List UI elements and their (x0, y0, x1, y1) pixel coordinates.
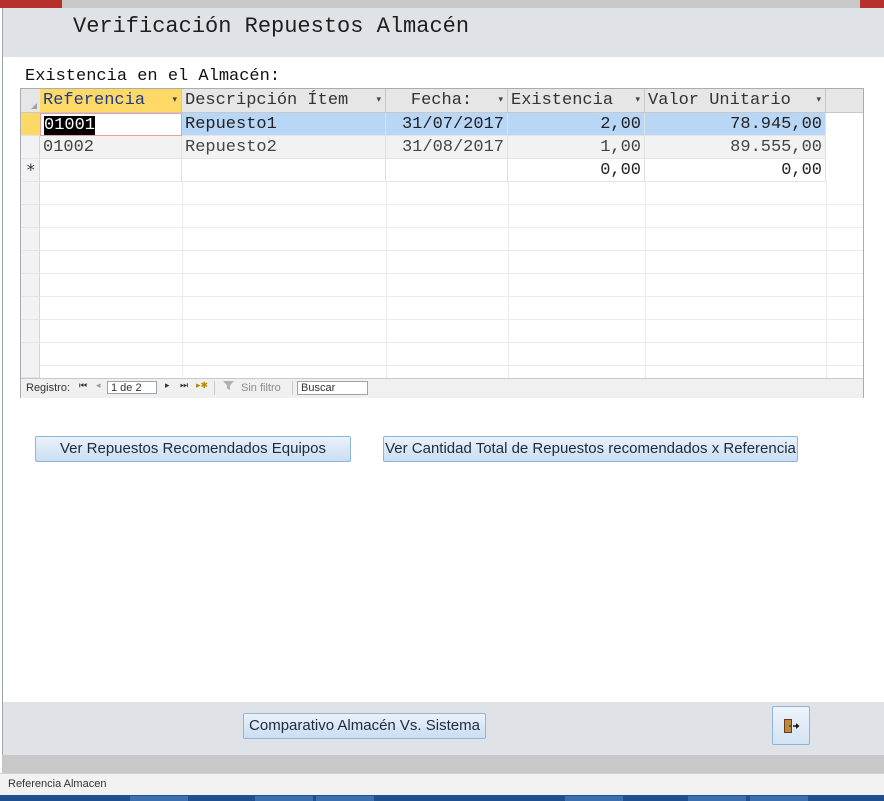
column-header-label: Fecha: (410, 91, 473, 110)
ver-cantidad-total-button[interactable]: Ver Cantidad Total de Repuestos recomend… (383, 436, 798, 462)
sort-dropdown-icon[interactable]: ▾ (635, 89, 640, 112)
cell-valor-unitario[interactable]: 78.945,00 (645, 113, 826, 136)
column-gridline (182, 181, 183, 378)
cell-existencia[interactable]: 2,00 (508, 113, 645, 136)
nav-separator (214, 381, 215, 395)
table-row[interactable]: 01002 Repuesto2 31/08/2017 1,00 89.555,0… (21, 136, 826, 159)
form-header: Verificación Repuestos Almacén (2, 8, 884, 57)
empty-row (21, 251, 863, 274)
column-header-label: Referencia (43, 91, 146, 110)
column-header-label: Valor Unitario (648, 91, 791, 110)
column-gridline (645, 181, 646, 378)
empty-row (21, 205, 863, 228)
form-title: Verificación Repuestos Almacén (73, 14, 470, 39)
exit-door-icon (783, 718, 801, 739)
comparativo-button[interactable]: Comparativo Almacén Vs. Sistema (243, 713, 486, 739)
cell-fecha[interactable] (386, 159, 508, 182)
select-all-corner[interactable] (21, 89, 41, 112)
cell-referencia[interactable] (40, 159, 182, 182)
empty-row (21, 343, 863, 378)
footer-band (2, 755, 884, 773)
sort-dropdown-icon[interactable]: ▾ (172, 89, 177, 112)
column-header-label: Existencia (511, 91, 614, 110)
last-record-icon[interactable]: ⏭ (180, 381, 188, 391)
column-header-label: Descripción Ítem (185, 91, 349, 110)
cell-valor-unitario[interactable]: 0,00 (645, 159, 826, 182)
ver-repuestos-recomendados-button[interactable]: Ver Repuestos Recomendados Equipos (35, 436, 351, 462)
window-accent (0, 0, 62, 8)
sort-dropdown-icon[interactable]: ▾ (816, 89, 821, 112)
record-navigation-bar: Registro: ⏮ ◂ 1 de 2 ▸ ⏭ ▸✱ Sin filtro B… (21, 378, 863, 398)
cell-fecha[interactable]: 31/08/2017 (386, 136, 508, 159)
empty-row (21, 274, 863, 297)
column-gridline (826, 181, 827, 378)
inventory-datasheet: Referencia ▾ Descripción Ítem ▾ Fecha: ▾… (20, 88, 864, 398)
cell-descripcion[interactable]: Repuesto2 (182, 136, 386, 159)
window-top-strip (0, 0, 884, 8)
sort-dropdown-icon[interactable]: ▾ (498, 89, 503, 112)
column-gridline (508, 181, 509, 378)
cell-referencia[interactable]: 01002 (40, 136, 182, 159)
empty-selector (21, 297, 40, 320)
cell-valor-unitario[interactable]: 89.555,00 (645, 136, 826, 159)
column-header-fecha[interactable]: Fecha: ▾ (386, 89, 508, 112)
empty-selector (21, 182, 40, 205)
cell-descripcion[interactable] (182, 159, 386, 182)
cell-existencia[interactable]: 0,00 (508, 159, 645, 182)
empty-row (21, 228, 863, 251)
current-record-input[interactable]: 1 de 2 (107, 381, 157, 394)
empty-selector (21, 228, 40, 251)
filter-status[interactable]: Sin filtro (241, 382, 281, 394)
cell-fecha[interactable]: 31/07/2017 (386, 113, 508, 136)
previous-record-icon[interactable]: ◂ (96, 381, 101, 391)
taskbar-item[interactable] (688, 796, 746, 801)
nav-separator (292, 381, 293, 395)
record-label: Registro: (26, 382, 71, 394)
new-record-row[interactable]: 0,00 0,00 (21, 159, 826, 182)
datasheet-header: Referencia ▾ Descripción Ítem ▾ Fecha: ▾… (21, 89, 863, 113)
taskbar-item[interactable] (255, 796, 313, 801)
empty-row (21, 320, 863, 343)
next-record-icon[interactable]: ▸ (165, 381, 170, 391)
empty-selector (21, 251, 40, 274)
column-header-valor-unitario[interactable]: Valor Unitario ▾ (645, 89, 826, 112)
taskbar-item[interactable] (130, 796, 188, 801)
taskbar-item[interactable] (316, 796, 374, 801)
sort-dropdown-icon[interactable]: ▾ (376, 89, 381, 112)
empty-selector (21, 274, 40, 297)
empty-selector (21, 205, 40, 228)
taskbar-item[interactable] (750, 796, 808, 801)
empty-selector (21, 343, 40, 378)
column-header-referencia[interactable]: Referencia ▾ (40, 89, 182, 112)
funnel-icon (223, 381, 234, 394)
empty-row (21, 297, 863, 320)
cell-existencia[interactable]: 1,00 (508, 136, 645, 159)
search-input[interactable]: Buscar (297, 381, 368, 395)
empty-row (21, 182, 863, 205)
empty-selector (21, 320, 40, 343)
subform-label: Existencia en el Almacén: (25, 67, 281, 86)
column-header-existencia[interactable]: Existencia ▾ (508, 89, 645, 112)
table-row[interactable]: 01001 Repuesto1 31/07/2017 2,00 78.945,0… (21, 113, 826, 136)
new-record-nav-icon[interactable]: ▸✱ (196, 381, 208, 391)
status-text: Referencia Almacen (8, 778, 107, 790)
column-gridline (386, 181, 387, 378)
column-header-descripcion[interactable]: Descripción Ítem ▾ (182, 89, 386, 112)
window-close-accent (860, 0, 884, 8)
cell-descripcion[interactable]: Repuesto1 (182, 113, 386, 136)
taskbar-item[interactable] (565, 796, 623, 801)
cell-referencia[interactable]: 01001 (40, 113, 182, 136)
exit-button[interactable] (772, 706, 810, 745)
windows-taskbar (0, 795, 884, 801)
status-bar: Referencia Almacen (0, 773, 884, 796)
first-record-icon[interactable]: ⏮ (79, 381, 87, 391)
